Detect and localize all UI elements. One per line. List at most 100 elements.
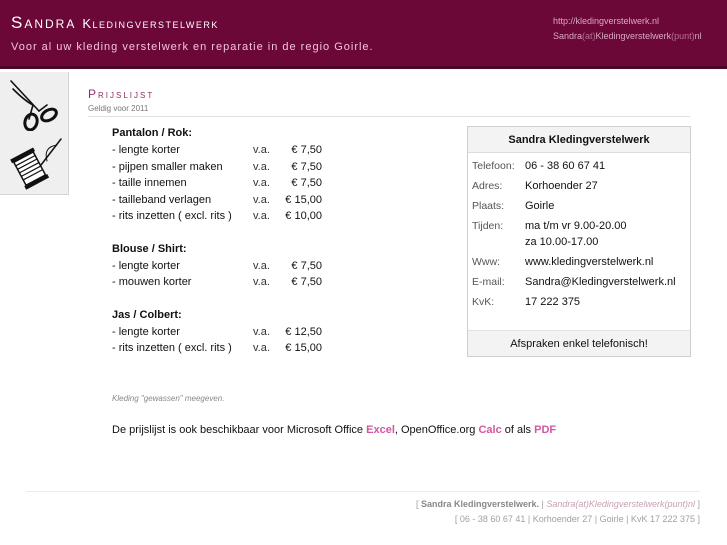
price-va: v.a. — [253, 160, 270, 173]
price-list: Pantalon / Rok: - lengte korter v.a. € 7,5… — [112, 125, 332, 373]
header-email-part: Sandra — [553, 31, 583, 41]
contact-email-link[interactable]: Sandra@Kledingverstelwerk.nl — [525, 274, 676, 290]
footer-divider — [26, 491, 700, 492]
price-amount: € 7,50 — [291, 144, 322, 156]
page-subtitle: Geldig voor 2011 — [88, 104, 149, 113]
contact-row-www: Www: www.kledingverstelwerk.nl — [472, 252, 690, 272]
price-group-title: Jas / Colbert: — [112, 308, 182, 321]
footer-bracket: [ — [415, 499, 419, 509]
footer-bracket: ] — [697, 499, 700, 509]
contact-card-footer: Afspraken enkel telefonisch! — [468, 330, 690, 356]
contact-label: Adres: — [472, 180, 503, 192]
site-header: Sandra Kledingverstelwerk Voor al uw kled… — [0, 0, 727, 69]
site-footer: [ Sandra Kledingverstelwerk. | Sandra(at… — [416, 497, 700, 527]
sidebar — [0, 72, 69, 195]
price-row: - rits inzetten ( excl. rits ) v.a. € 15,0… — [112, 340, 332, 357]
price-group-jas: Jas / Colbert: - lengte korter v.a. € 12,5… — [112, 307, 332, 357]
pdf-link[interactable]: PDF — [534, 424, 556, 436]
contact-label: E-mail: — [472, 276, 505, 288]
price-va: v.a. — [253, 144, 270, 156]
header-contact: http://kledingverstelwerk.nl Sandra(at)K… — [553, 14, 702, 44]
page-title: Prijslijst — [88, 87, 155, 101]
price-label: - taille innemen — [112, 177, 187, 189]
price-group-blouse: Blouse / Shirt: - lengte korter v.a. € 7,5… — [112, 241, 332, 291]
price-label: - rits inzetten ( excl. rits ) — [112, 342, 232, 354]
availability-part: De prijslijst is ook beschikbaar voor Mi… — [112, 424, 364, 436]
price-label: - tailleband verlagen — [112, 193, 212, 206]
footer-email: Sandra(at)Kledingverstelwerk(punt)nl — [546, 499, 695, 509]
footer-separator: | — [541, 499, 544, 509]
contact-label: KvK: — [472, 296, 495, 308]
price-va: v.a. — [253, 342, 270, 354]
contact-row-kvk: KvK: 17 222 375 — [472, 292, 690, 312]
header-email-part: Kledingverstelwerk — [595, 31, 672, 41]
availability-text: De prijslijst is ook beschikbaar voor Mi… — [112, 424, 556, 436]
contact-hours-weekday: ma t/m vr 9.00-20.00 — [525, 220, 627, 232]
price-label: - lengte korter — [112, 144, 180, 156]
footer-line-1: [ Sandra Kledingverstelwerk. | Sandra(at… — [416, 497, 700, 512]
contact-address: Korhoender 27 — [525, 180, 598, 192]
price-amount: € 10,00 — [285, 210, 322, 222]
scissors-icon[interactable] — [3, 75, 65, 132]
price-amount: € 15,00 — [285, 193, 322, 206]
price-label: - rits inzetten ( excl. rits ) — [112, 210, 232, 222]
price-va: v.a. — [253, 276, 270, 288]
price-va: v.a. — [253, 259, 270, 272]
site-title[interactable]: Sandra Kledingverstelwerk — [11, 13, 219, 33]
price-row: - pijpen smaller maken v.a. € 7,50 — [112, 159, 332, 176]
header-url-link[interactable]: http://kledingverstelwerk.nl — [553, 14, 702, 29]
contact-row-phone: Telefoon: 06 - 38 60 67 41 — [472, 156, 690, 176]
site-title-second: Kledingverstelwerk — [82, 16, 219, 31]
price-amount: € 7,50 — [291, 276, 322, 288]
price-amount: € 12,50 — [285, 325, 322, 338]
price-amount: € 7,50 — [291, 160, 322, 173]
wash-note: Kleding "gewassen" meegeven. — [112, 394, 225, 403]
contact-row-email: E-mail: Sandra@Kledingverstelwerk.nl — [472, 272, 690, 292]
price-group-pantalon: Pantalon / Rok: - lengte korter v.a. € 7,5… — [112, 125, 332, 225]
price-row: - rits inzetten ( excl. rits ) v.a. € 10,0… — [112, 208, 332, 225]
price-row: - mouwen korter v.a. € 7,50 — [112, 274, 332, 291]
calc-link[interactable]: Calc — [478, 424, 501, 436]
contact-card: Sandra Kledingverstelwerk Telefoon: 06 - … — [467, 126, 691, 357]
price-row: - taille innemen v.a. € 7,50 — [112, 175, 332, 192]
price-label: - mouwen korter — [112, 276, 192, 288]
price-label: - pijpen smaller maken — [112, 160, 223, 173]
header-email-part: nl — [694, 31, 702, 41]
availability-part: of als — [504, 424, 532, 436]
price-va: v.a. — [253, 177, 270, 189]
header-email-dot: (punt) — [671, 31, 695, 41]
contact-www-link[interactable]: www.kledingverstelwerk.nl — [525, 254, 653, 270]
contact-label: Tijden: — [472, 220, 504, 232]
price-amount: € 7,50 — [291, 259, 322, 272]
contact-card-title: Sandra Kledingverstelwerk — [468, 127, 690, 153]
excel-link[interactable]: Excel — [366, 424, 395, 436]
contact-city: Goirle — [525, 200, 555, 212]
contact-hours-saturday: za 10.00-17.00 — [525, 236, 599, 248]
contact-label: Plaats: — [472, 200, 505, 212]
header-email-at: (at) — [582, 31, 596, 41]
price-amount: € 7,50 — [291, 177, 322, 189]
contact-label: Telefoon: — [472, 160, 515, 172]
contact-hours: ma t/m vr 9.00-20.00 za 10.00-17.00 — [525, 218, 627, 250]
price-label: - lengte korter — [112, 325, 180, 338]
availability-part: , OpenOffice.org — [394, 424, 476, 436]
contact-card-body: Telefoon: 06 - 38 60 67 41 Adres: Korhoend… — [468, 153, 690, 312]
price-row: - tailleband verlagen v.a. € 15,00 — [112, 192, 332, 209]
price-row: - lengte korter v.a. € 7,50 — [112, 258, 332, 275]
needle-thread-icon[interactable] — [3, 135, 65, 191]
title-divider — [88, 116, 690, 117]
contact-row-city: Plaats: Goirle — [472, 196, 690, 216]
price-va: v.a. — [253, 325, 270, 338]
contact-row-hours: Tijden: ma t/m vr 9.00-20.00 za 10.00-17.0… — [472, 216, 690, 252]
contact-row-address: Adres: Korhoender 27 — [472, 176, 690, 196]
footer-line-2: [ 06 - 38 60 67 41 | Korhoender 27 | Goi… — [454, 514, 700, 524]
price-row: - lengte korter v.a. € 12,50 — [112, 324, 332, 341]
contact-kvk: 17 222 375 — [525, 296, 581, 308]
price-va: v.a. — [253, 193, 270, 206]
price-va: v.a. — [253, 210, 270, 222]
price-group-title: Blouse / Shirt: — [112, 242, 187, 255]
price-row: - lengte korter v.a. € 7,50 — [112, 142, 332, 159]
price-amount: € 15,00 — [285, 342, 322, 354]
contact-label: Www: — [472, 256, 500, 268]
site-tagline: Voor al uw kleding verstelwerk en repara… — [11, 41, 374, 53]
